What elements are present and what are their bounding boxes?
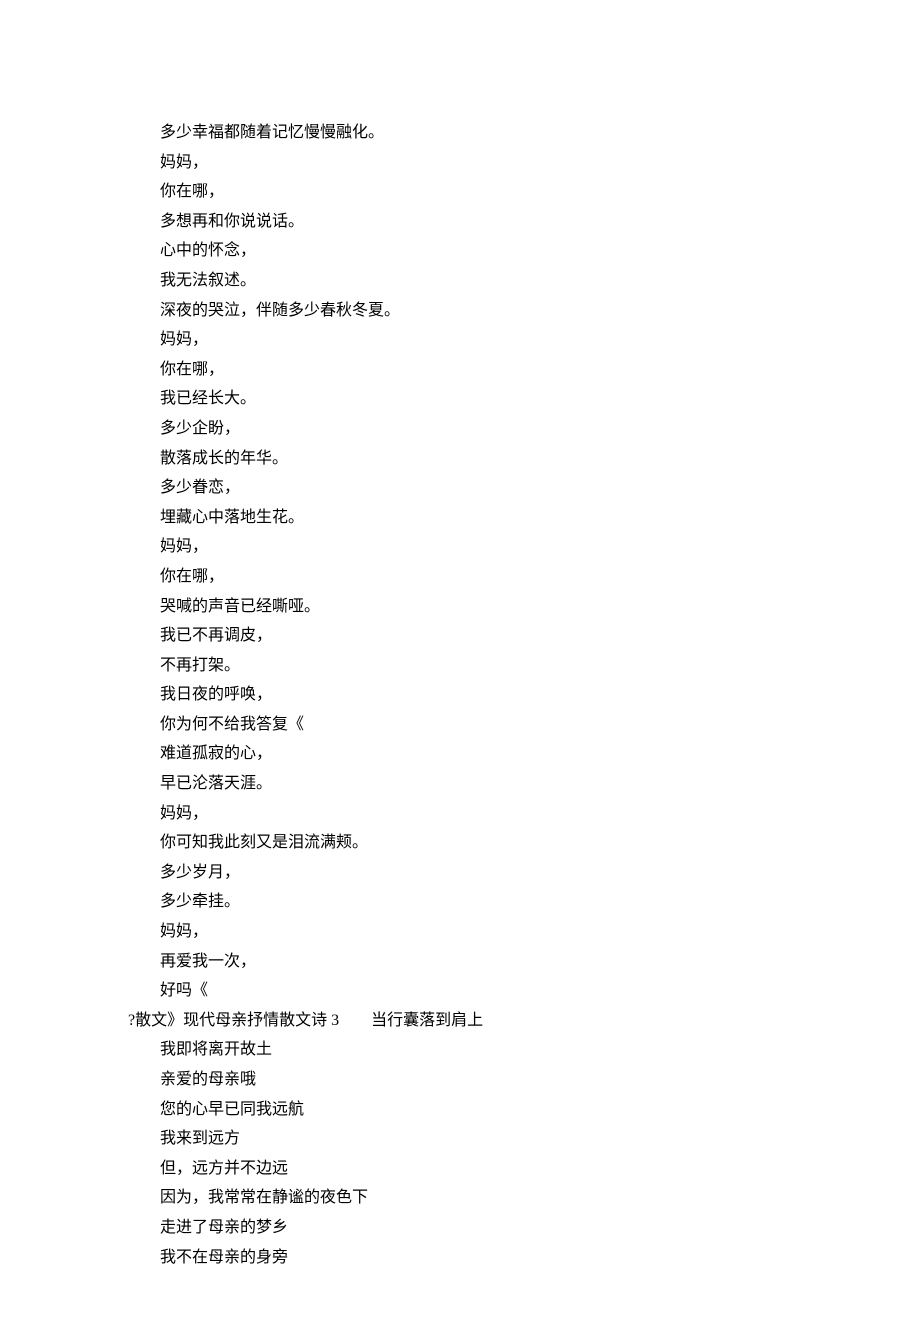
poem-line: 我已经长大。 (128, 384, 920, 414)
poem-line: 但，远方并不边远 (128, 1154, 920, 1184)
poem-line: 你在哪， (128, 177, 920, 207)
poem-line: 妈妈， (128, 799, 920, 829)
poem-line: 走进了母亲的梦乡 (128, 1213, 920, 1243)
poem-line: 妈妈， (128, 148, 920, 178)
poem-line: 不再打架。 (128, 651, 920, 681)
poem-line: 因为，我常常在静谧的夜色下 (128, 1183, 920, 1213)
poem-line: 我来到远方 (128, 1124, 920, 1154)
poem-line: 我日夜的呼唤， (128, 680, 920, 710)
poem-line: 多少牵挂。 (128, 887, 920, 917)
poem-line: 你可知我此刻又是泪流满颊。 (128, 828, 920, 858)
poem-line: 早已沦落天涯。 (128, 769, 920, 799)
poem-line: 多少企盼， (128, 414, 920, 444)
poem-line: 难道孤寂的心， (128, 739, 920, 769)
poem-line: 好吗《 (128, 976, 920, 1006)
poem-line: 我无法叙述。 (128, 266, 920, 296)
poem-line: 妈妈， (128, 532, 920, 562)
poem-line: 多少岁月， (128, 858, 920, 888)
poem-line: 再爱我一次， (128, 947, 920, 977)
poem-line: 亲爱的母亲哦 (128, 1065, 920, 1095)
poem-line: 你为何不给我答复《 (128, 710, 920, 740)
poem-line: ?散文》现代母亲抒情散文诗 3 当行囊落到肩上 (128, 1006, 920, 1036)
poem-line: 哭喊的声音已经嘶哑。 (128, 592, 920, 622)
poem-line: 我即将离开故土 (128, 1035, 920, 1065)
poem-line: 你在哪， (128, 562, 920, 592)
poem-line: 心中的怀念， (128, 236, 920, 266)
poem-line: 你在哪， (128, 355, 920, 385)
poem-line: 散落成长的年华。 (128, 444, 920, 474)
poem-line: 妈妈， (128, 917, 920, 947)
poem-line: 多想再和你说说话。 (128, 207, 920, 237)
poem-line: 多少眷恋， (128, 473, 920, 503)
poem-line: 我不在母亲的身旁 (128, 1243, 920, 1273)
poem-line: 我已不再调皮， (128, 621, 920, 651)
poem-line: 深夜的哭泣，伴随多少春秋冬夏。 (128, 296, 920, 326)
poem-line: 您的心早已同我远航 (128, 1095, 920, 1125)
poem-content: 多少幸福都随着记忆慢慢融化。妈妈，你在哪，多想再和你说说话。心中的怀念，我无法叙… (0, 118, 920, 1272)
poem-line: 多少幸福都随着记忆慢慢融化。 (128, 118, 920, 148)
poem-line: 埋藏心中落地生花。 (128, 503, 920, 533)
poem-line: 妈妈， (128, 325, 920, 355)
